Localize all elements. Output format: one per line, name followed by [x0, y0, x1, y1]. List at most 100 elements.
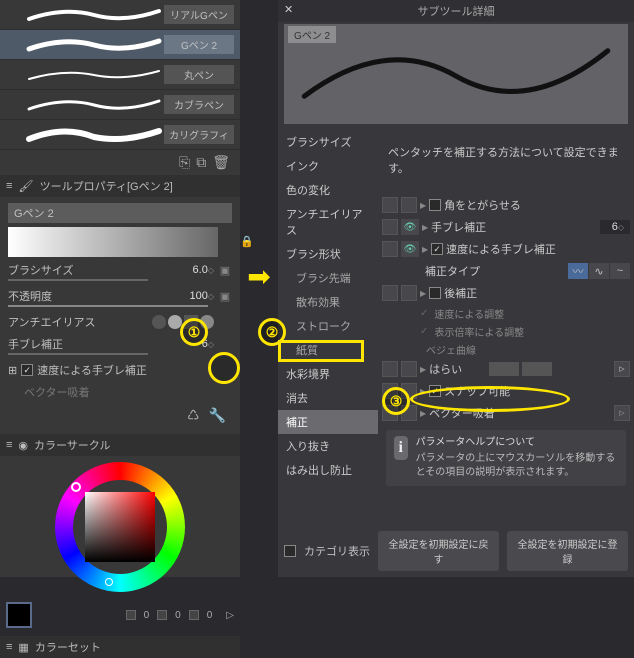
- opacity-label: 不透明度: [8, 288, 160, 304]
- expand-icon[interactable]: ⊞: [8, 364, 17, 377]
- category-show-checkbox[interactable]: [284, 545, 296, 557]
- menu-icon[interactable]: ≡: [6, 641, 12, 653]
- sv-picker[interactable]: [85, 492, 155, 562]
- speed-stabilize-row[interactable]: ⊞ ✓ 速度による手ブレ補正: [8, 359, 232, 381]
- link-icon[interactable]: ▣: [218, 264, 232, 277]
- reset-icon[interactable]: ♺: [187, 407, 200, 423]
- help-text: ペンタッチを補正する方法について設定できます。: [382, 132, 630, 194]
- color-circle-icon: ◉: [18, 439, 28, 452]
- category-show-label: カテゴリ表示: [304, 543, 370, 559]
- register-all-button[interactable]: 全設定を初期設定に登録: [507, 531, 628, 571]
- reset-all-button[interactable]: 全設定を初期設定に戻す: [378, 531, 499, 571]
- cat-correction[interactable]: 補正: [278, 410, 378, 434]
- new-subtool-icon[interactable]: ⎘: [179, 154, 190, 171]
- sv-marker[interactable]: [105, 578, 113, 586]
- type-btn-2[interactable]: ∿: [589, 263, 609, 279]
- brush-preview: Gペン 2: [284, 24, 628, 124]
- annotation-3: ③: [382, 387, 410, 415]
- color-circle-title: カラーサークル: [34, 437, 110, 453]
- snap-row[interactable]: ▶ ✓ スナップ可能: [382, 380, 630, 402]
- color-circle-header: ≡ ◉ カラーサークル: [0, 434, 240, 456]
- eye-icon[interactable]: 👁: [401, 241, 419, 257]
- brush-off-row[interactable]: ▶ はらい ▹: [382, 358, 630, 380]
- cat-paper[interactable]: 紙質: [278, 338, 378, 362]
- cat-brush-tip[interactable]: ブラシ先端: [278, 266, 378, 290]
- brush-preview-gradient: [8, 227, 218, 257]
- brush-size-label: ブラシサイズ: [8, 262, 160, 278]
- cat-border[interactable]: 水彩境界: [278, 362, 378, 386]
- brush-item[interactable]: 丸ペン: [0, 60, 240, 90]
- antialias-label: アンチエイリアス: [8, 314, 148, 330]
- expand-icon[interactable]: ▹: [614, 405, 630, 421]
- eye-icon[interactable]: 👁: [401, 219, 419, 235]
- link-icon[interactable]: ▣: [218, 290, 232, 303]
- type-btn-1[interactable]: 〰: [568, 263, 588, 279]
- stabilize-row[interactable]: 👁▶ 手ブレ補正 6◇: [382, 216, 630, 238]
- brush-item[interactable]: カリグラフィ: [0, 120, 240, 150]
- cat-stroke[interactable]: ストローク: [278, 314, 378, 338]
- param-help-title: パラメータヘルプについて: [416, 436, 618, 450]
- speed-stabilize-checkbox[interactable]: ✓: [21, 364, 33, 376]
- foreground-swatch[interactable]: [6, 602, 32, 628]
- cat-overflow[interactable]: はみ出し防止: [278, 458, 378, 482]
- vector-snap-label: ベクター吸着: [8, 384, 90, 400]
- vector-snap-row: ベクター吸着: [8, 381, 232, 403]
- hue-marker[interactable]: [71, 482, 81, 492]
- annotation-2: ②: [258, 318, 286, 346]
- brush-name-bar: Gペン 2: [8, 203, 232, 223]
- arrow-annotation: ➡: [240, 260, 278, 293]
- delete-icon[interactable]: 🗑: [212, 154, 230, 171]
- vector-snap-row[interactable]: ▶ ベクター吸着 ▹: [382, 402, 630, 424]
- close-icon[interactable]: ✕: [284, 3, 293, 16]
- annotation-1: ①: [180, 318, 208, 346]
- opacity-row[interactable]: 不透明度 100◇ ▣: [8, 285, 232, 307]
- type-btn-3[interactable]: ~: [610, 263, 630, 279]
- speed-stabilize-label: 速度による手ブレ補正: [37, 362, 147, 378]
- menu-icon[interactable]: ≡: [6, 180, 12, 192]
- settings-area: ペンタッチを補正する方法について設定できます。 ▶ 角をとがらせる 👁▶ 手ブレ…: [378, 130, 634, 494]
- subtool-detail-title: ✕ サブツール詳細: [278, 0, 634, 22]
- post-correct-checkbox[interactable]: [429, 287, 441, 299]
- brush-item-selected[interactable]: Gペン 2: [0, 30, 240, 60]
- sub-bezier: ベジェ曲線: [426, 342, 476, 357]
- play-icon[interactable]: ▷: [226, 610, 234, 621]
- brush-item[interactable]: カブラペン: [0, 90, 240, 120]
- brush-list: リアルGペン Gペン 2 丸ペン カブラペン カリグラフィ: [0, 0, 240, 150]
- annotation-wrench-circle: [208, 352, 240, 384]
- tool-property-header: ≡ 🖌 ツールプロパティ[Gペン 2]: [0, 175, 240, 197]
- brush-size-row[interactable]: ブラシサイズ 6.0◇ ▣: [8, 259, 232, 281]
- tool-property-title: ツールプロパティ[Gペン 2]: [40, 178, 173, 194]
- sharp-corner-row[interactable]: ▶ 角をとがらせる: [382, 194, 630, 216]
- cat-brush-shape[interactable]: ブラシ形状: [278, 242, 378, 266]
- sub-speed: 速度による調整: [434, 306, 504, 321]
- snap-checkbox[interactable]: ✓: [429, 385, 441, 397]
- cat-erase[interactable]: 消去: [278, 386, 378, 410]
- speed-stabilize-row[interactable]: 👁▶ ✓ 速度による手ブレ補正: [382, 238, 630, 260]
- cat-ink[interactable]: インク: [278, 154, 378, 178]
- menu-icon[interactable]: ≡: [6, 439, 12, 451]
- post-correct-row[interactable]: ▶ 後補正: [382, 282, 630, 304]
- color-wheel[interactable]: [55, 462, 185, 592]
- preview-label: Gペン 2: [288, 26, 336, 43]
- stabilize-label: 手ブレ補正: [8, 336, 160, 352]
- cat-antialias[interactable]: アンチエイリアス: [278, 202, 378, 242]
- sharp-corner-checkbox[interactable]: [429, 199, 441, 211]
- lock-icon[interactable]: 🔒: [240, 235, 254, 248]
- cat-in-out[interactable]: 入り抜き: [278, 434, 378, 458]
- category-list: ブラシサイズ インク 色の変化 アンチエイリアス ブラシ形状 ブラシ先端 散布効…: [278, 130, 378, 494]
- param-help-body: パラメータの上にマウスカーソルを移動するとその項目の説明が表示されます。: [416, 452, 618, 480]
- cat-brush-size[interactable]: ブラシサイズ: [278, 130, 378, 154]
- speed-stabilize-checkbox[interactable]: ✓: [431, 243, 443, 255]
- duplicate-icon[interactable]: ⧉: [196, 154, 206, 171]
- info-icon: i: [394, 436, 408, 460]
- sub-zoom: 表示倍率による調整: [434, 324, 524, 339]
- stabilize-type-row[interactable]: 補正タイプ 〰 ∿ ~: [382, 260, 630, 282]
- color-set-header: ≡ ▦ カラーセット: [0, 636, 240, 658]
- cat-scatter[interactable]: 散布効果: [278, 290, 378, 314]
- brush-item[interactable]: リアルGペン: [0, 0, 240, 30]
- expand-icon[interactable]: ▹: [614, 361, 630, 377]
- color-set-title: カラーセット: [35, 639, 101, 655]
- cat-color-change[interactable]: 色の変化: [278, 178, 378, 202]
- brush-icon: 🖌: [18, 179, 33, 193]
- wrench-icon[interactable]: 🔧: [209, 407, 226, 423]
